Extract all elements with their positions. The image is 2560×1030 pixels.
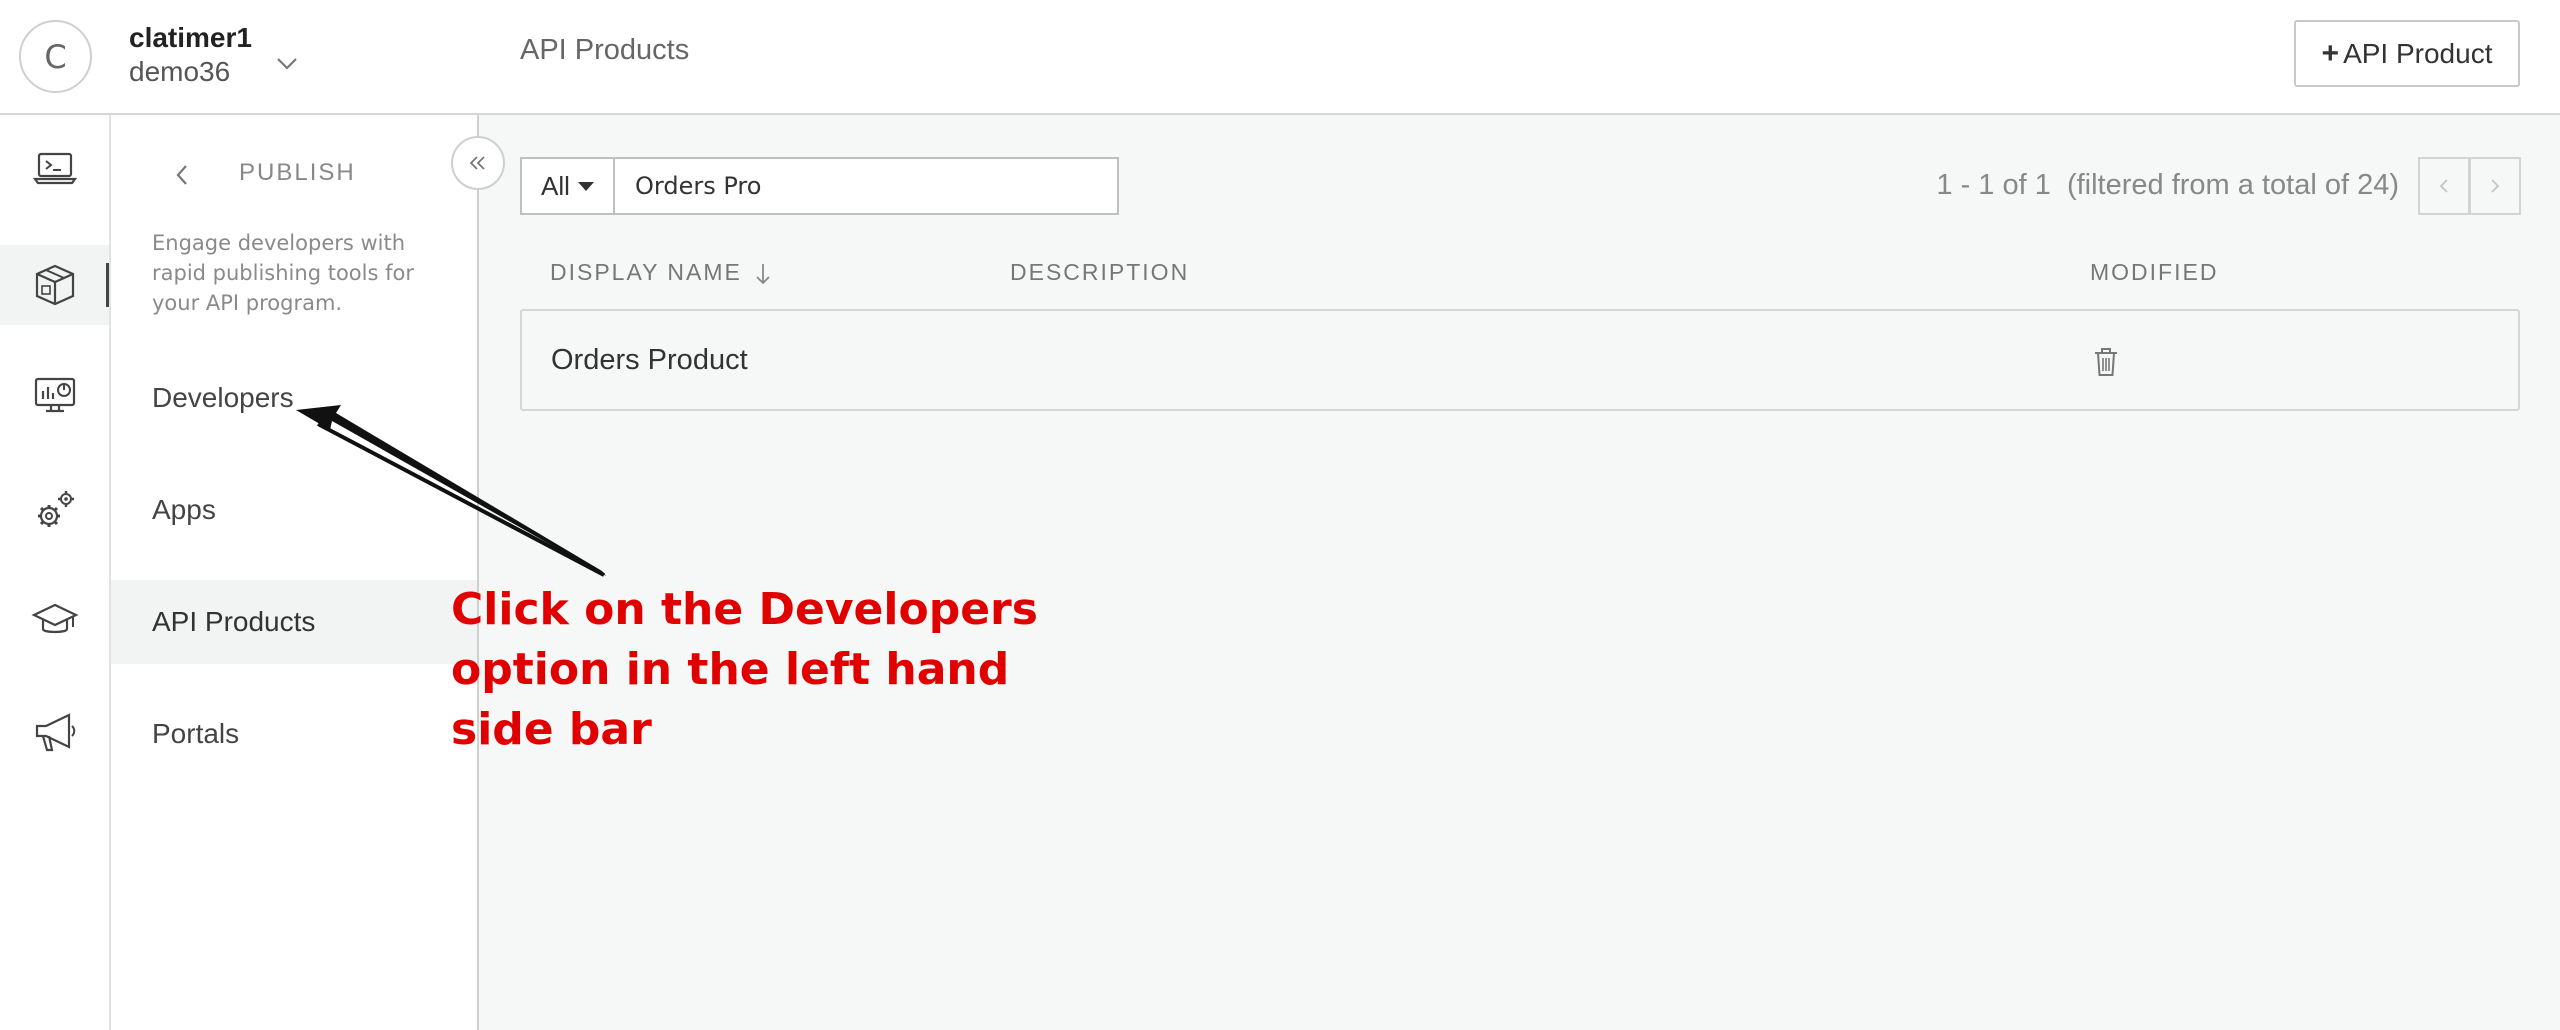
add-api-product-label: API Product	[2343, 37, 2493, 69]
nav-item-label: Apps	[152, 494, 216, 525]
rail-item-announce[interactable]	[0, 692, 109, 772]
user-avatar[interactable]: C	[19, 20, 92, 93]
section-description: Engage developers with rapid publishing …	[152, 231, 414, 315]
pagination-info: 1 - 1 of 1 (filtered from a total of 24)	[1936, 169, 2399, 201]
add-api-product-button[interactable]: + API Product	[2294, 20, 2520, 87]
package-box-icon	[35, 264, 74, 306]
sort-down-arrow-icon[interactable]	[753, 260, 773, 288]
chevron-right-icon	[2491, 179, 2500, 193]
trash-icon[interactable]	[2092, 346, 2120, 378]
annotation-instruction: Click on the Developers option in the le…	[451, 584, 1038, 755]
collapse-sidebar-button[interactable]	[451, 136, 505, 190]
search-input[interactable]	[613, 157, 1119, 215]
nav-item-label: Portals	[152, 718, 240, 749]
plus-icon: +	[2321, 36, 2340, 70]
rail-item-analyze[interactable]	[0, 355, 109, 435]
double-chevron-left-icon	[469, 156, 485, 170]
next-page-button[interactable]	[2469, 157, 2521, 215]
rail-item-publish[interactable]	[0, 245, 109, 325]
chevron-left-icon	[2439, 179, 2448, 193]
terminal-laptop-icon	[32, 152, 77, 185]
nav-item-apps[interactable]: Apps	[111, 468, 477, 552]
filter-select[interactable]: All	[520, 157, 613, 215]
table-row[interactable]: Orders Product	[520, 309, 2520, 411]
nav-item-api-products[interactable]: API Products	[111, 580, 477, 664]
nav-item-developers[interactable]: Developers	[111, 356, 477, 440]
nav-item-portals[interactable]: Portals	[111, 692, 477, 776]
gears-icon	[37, 491, 74, 527]
previous-page-button[interactable]	[2418, 157, 2470, 215]
top-header: C clatimer1 demo36 API Products + API Pr…	[0, 0, 2560, 115]
icon-rail	[0, 115, 111, 1030]
row-display-name: Orders Product	[551, 344, 748, 376]
rail-item-learn[interactable]	[0, 580, 109, 660]
user-name[interactable]: clatimer1	[129, 22, 252, 54]
graduation-cap-icon	[30, 603, 79, 634]
chevron-left-icon[interactable]	[169, 160, 195, 190]
column-header-description[interactable]: DESCRIPTION	[1010, 259, 1189, 286]
filter-selected-value: All	[541, 170, 570, 201]
rail-item-develop[interactable]	[0, 129, 109, 209]
rail-item-admin[interactable]	[0, 470, 109, 550]
avatar-initial: C	[44, 37, 67, 76]
nav-item-label: Developers	[152, 382, 294, 413]
megaphone-icon	[35, 713, 75, 752]
chevron-down-icon[interactable]	[274, 50, 300, 76]
org-name[interactable]: demo36	[129, 56, 230, 88]
publish-subnav: PUBLISH Engage developers with rapid pub…	[111, 115, 479, 1030]
section-title: PUBLISH	[239, 159, 356, 186]
main-content: All 1 - 1 of 1 (filtered from a total of…	[479, 115, 2560, 1030]
caret-down-icon	[577, 181, 594, 191]
column-header-display-name[interactable]: DISPLAY NAME	[550, 259, 742, 286]
page-title: API Products	[520, 34, 690, 66]
analytics-monitor-icon	[34, 377, 75, 413]
column-header-modified[interactable]: MODIFIED	[2090, 259, 2218, 286]
nav-item-label: API Products	[152, 606, 316, 637]
